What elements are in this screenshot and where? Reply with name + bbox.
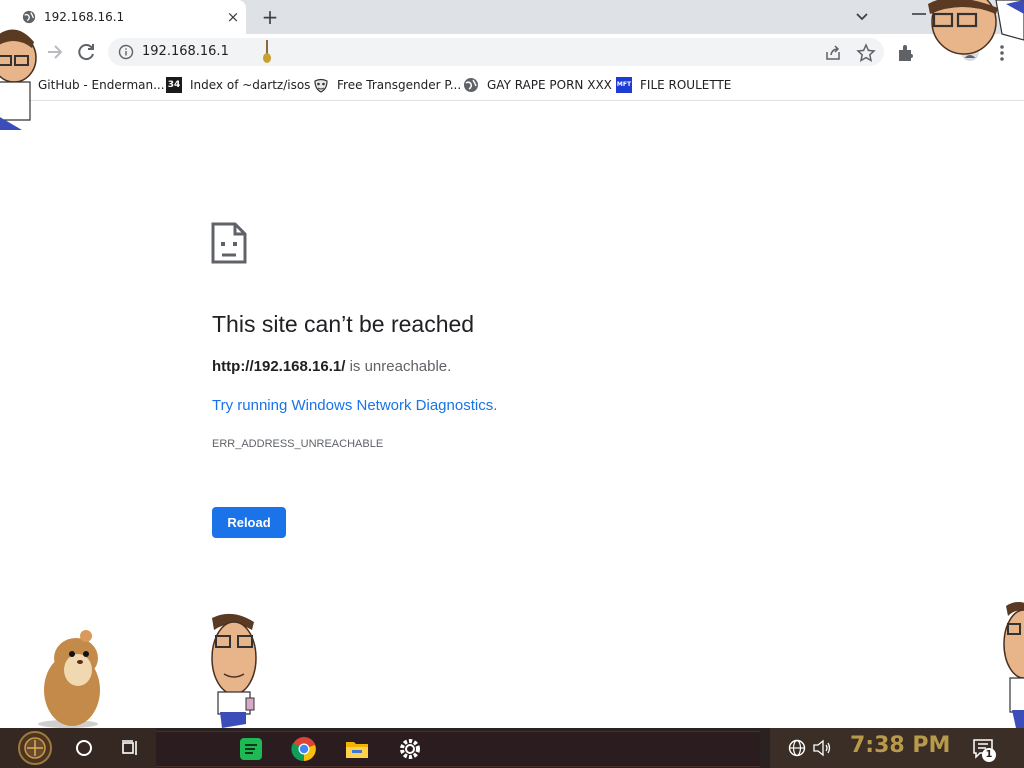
network-diagnostics-link[interactable]: Try running Windows Network Diagnostics: [212, 397, 493, 414]
bookmark-free-transgender[interactable]: Free Transgender P...: [313, 76, 461, 94]
desktop-pet-character: [1003, 602, 1024, 728]
globe-icon: [464, 78, 478, 92]
volume-icon[interactable]: [812, 739, 832, 757]
network-globe-icon[interactable]: [788, 739, 806, 757]
bookmark-file-roulette[interactable]: MFT FILE ROULETTE: [616, 76, 731, 94]
error-code: ERR_ADDRESS_UNREACHABLE: [212, 438, 384, 450]
reload-icon[interactable]: [72, 38, 100, 66]
bookmark-star-icon[interactable]: [856, 43, 876, 63]
tab-title: 192.168.16.1: [44, 10, 125, 24]
reload-button[interactable]: Reload: [212, 507, 286, 538]
34-icon: 34: [166, 77, 182, 93]
chrome-icon[interactable]: [291, 736, 317, 762]
bookmark-label: GitHub - Enderman...: [38, 78, 165, 92]
settings-icon[interactable]: [397, 736, 423, 762]
desktop-pet-character: [912, 0, 1024, 55]
taskbar-clock[interactable]: 7:38 PM: [850, 733, 950, 758]
bookmark-label: GAY RAPE PORN XXX: [487, 78, 612, 92]
bookmark-github[interactable]: GitHub - Enderman...: [38, 76, 165, 94]
link-suffix: .: [493, 397, 498, 414]
start-button-icon[interactable]: [10, 730, 60, 766]
chevron-down-icon[interactable]: [852, 6, 872, 26]
error-title: This site can’t be reached: [212, 311, 475, 337]
desktop-pet-character: [211, 613, 257, 728]
share-icon[interactable]: [824, 44, 842, 62]
sad-page-icon: [211, 222, 247, 264]
mask-icon: [314, 78, 328, 93]
error-description: http://192.168.16.1/ is unreachable.: [212, 358, 451, 375]
bookmark-dartz-isos[interactable]: 34 Index of ~dartz/isos: [166, 76, 310, 94]
bookmark-label: Free Transgender P...: [337, 78, 462, 92]
mft-icon: MFT: [616, 77, 632, 93]
file-explorer-icon[interactable]: [344, 736, 370, 762]
bookmark-label: FILE ROULETTE: [640, 78, 732, 92]
hamster-pet: [38, 630, 100, 728]
url-text[interactable]: 192.168.16.1: [142, 44, 229, 59]
notification-badge: 1: [982, 748, 996, 762]
info-icon[interactable]: [118, 44, 134, 60]
network-diagnostics-link-row: Try running Windows Network Diagnostics.: [212, 397, 497, 414]
tab-close-button[interactable]: ×: [223, 7, 243, 27]
bookmark-gay-rape-porn[interactable]: GAY RAPE PORN XXX: [463, 76, 612, 94]
cortana-icon[interactable]: [74, 738, 94, 758]
pin-cursor-icon: [263, 40, 271, 63]
error-url: http://192.168.16.1/: [212, 358, 346, 375]
forward-icon[interactable]: [40, 38, 68, 66]
task-view-icon[interactable]: [120, 738, 140, 758]
desktop-pet-character: [0, 29, 37, 130]
bookmark-label: Index of ~dartz/isos: [190, 78, 311, 92]
new-tab-button[interactable]: +: [258, 5, 282, 29]
error-desc-suffix: is unreachable.: [345, 358, 452, 375]
spotify-icon[interactable]: [238, 736, 264, 762]
